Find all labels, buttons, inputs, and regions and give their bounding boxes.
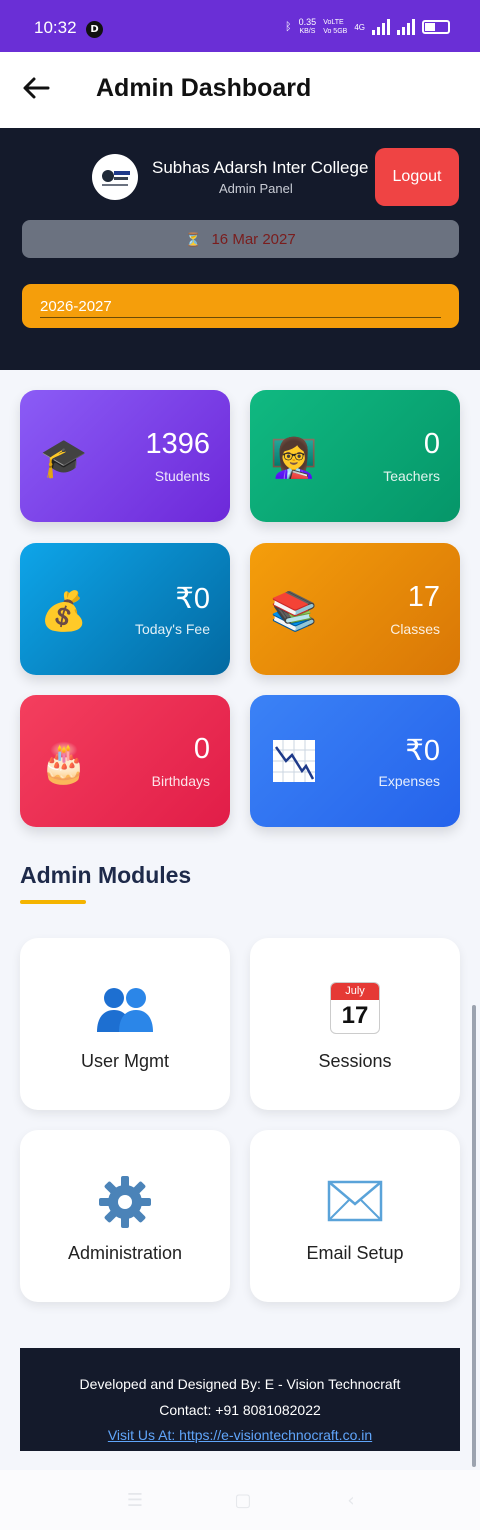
back-arrow-icon[interactable] [18,70,54,106]
hourglass-icon: ⏳ [185,233,202,248]
stat-label: Today's Fee [134,621,210,637]
section-title-underline [20,900,86,904]
signal-strength-icon-2 [397,19,415,35]
calendar-icon: July 17 [250,982,460,1038]
stat-card-students[interactable]: 🎓 1396 Students [20,390,230,522]
graduation-cap-icon: 🎓 [40,436,88,480]
date-display: ⏳ 16 Mar 2027 [22,220,459,258]
panel-label: Admin Panel [219,181,293,196]
stat-card-birthdays[interactable]: 🎂 0 Birthdays [20,695,230,827]
stat-card-expenses[interactable]: ₹0 Expenses [250,695,460,827]
stat-value: 0 [423,428,440,460]
page-title: Admin Dashboard [96,74,312,102]
signal-strength-icon [372,19,390,35]
module-label: Sessions [318,1051,392,1071]
module-user-mgmt[interactable]: User Mgmt [20,938,230,1110]
status-indicators: ᛒ 0.35 KB/S VoLTE Vo 5GB 4G [285,18,450,36]
stat-label: Students [154,468,210,484]
module-administration[interactable]: Administration [20,1130,230,1302]
college-logo [92,154,138,200]
stat-value: 0 [193,733,210,765]
header-card: Subhas Adarsh Inter College Admin Panel … [0,128,480,370]
module-label: Administration [67,1243,183,1263]
module-email-setup[interactable]: Email Setup [250,1130,460,1302]
status-time: 10:32 [34,18,77,37]
money-bag-icon: 💰 [40,589,88,633]
recent-apps-icon[interactable]: ☰ [124,1490,146,1512]
gear-icon [20,1174,230,1230]
stat-card-teachers[interactable]: 👩‍🏫 0 Teachers [250,390,460,522]
notification-badge-icon: D [86,21,103,38]
footer-contact: Contact: +91 8081082022 [159,1402,321,1418]
stat-label: Classes [390,621,440,637]
module-sessions[interactable]: July 17 Sessions [250,938,460,1110]
network-type: 4G [354,22,365,32]
stat-value: 17 [407,581,440,613]
stat-value: ₹0 [405,735,440,767]
scrollbar[interactable] [472,1005,476,1467]
back-nav-icon[interactable]: ‹ [340,1490,362,1512]
session-value: 2026-2027 [40,298,112,315]
footer: Developed and Designed By: E - Vision Te… [20,1348,460,1451]
home-icon[interactable]: ▢ [232,1490,254,1512]
section-title: Admin Modules [20,862,192,888]
session-underline [40,317,441,318]
users-icon [20,982,230,1038]
stat-label: Birthdays [151,773,210,789]
footer-website-link[interactable]: Visit Us At: https://e-visiontechnocraft… [20,1427,460,1443]
status-bar: 10:32 D ᛒ 0.35 KB/S VoLTE Vo 5GB 4G [0,0,480,52]
app-bar: Admin Dashboard [0,52,480,128]
birthday-cake-icon: 🎂 [40,741,88,785]
college-name: Subhas Adarsh Inter College [152,158,369,177]
net-speed: 0.35 KB/S [298,17,317,36]
current-date: 16 Mar 2027 [211,231,296,248]
module-label: Email Setup [306,1243,404,1263]
footer-developer: Developed and Designed By: E - Vision Te… [79,1376,401,1392]
bluetooth-icon: ᛒ [285,21,292,33]
system-nav-bar: ☰ ▢ ‹ [0,1470,480,1530]
stat-card-classes[interactable]: 📚 17 Classes [250,543,460,675]
stat-label: Teachers [383,468,440,484]
module-label: User Mgmt [80,1051,169,1071]
volte-indicator: VoLTE Vo 5GB [323,19,348,35]
chart-decreasing-icon [270,739,318,787]
stat-card-todays-fee[interactable]: 💰 ₹0 Today's Fee [20,543,230,675]
teacher-icon: 👩‍🏫 [270,436,318,480]
logout-button[interactable]: Logout [375,148,459,206]
battery-icon [422,20,450,34]
books-icon: 📚 [270,589,318,633]
calendar-day: 17 [341,1002,369,1029]
session-dropdown[interactable]: 2026-2027 [22,284,459,328]
envelope-icon [250,1174,460,1230]
stat-value: ₹0 [175,583,210,615]
stat-value: 1396 [145,428,210,460]
calendar-month: July [331,983,379,1000]
stat-label: Expenses [378,773,440,789]
